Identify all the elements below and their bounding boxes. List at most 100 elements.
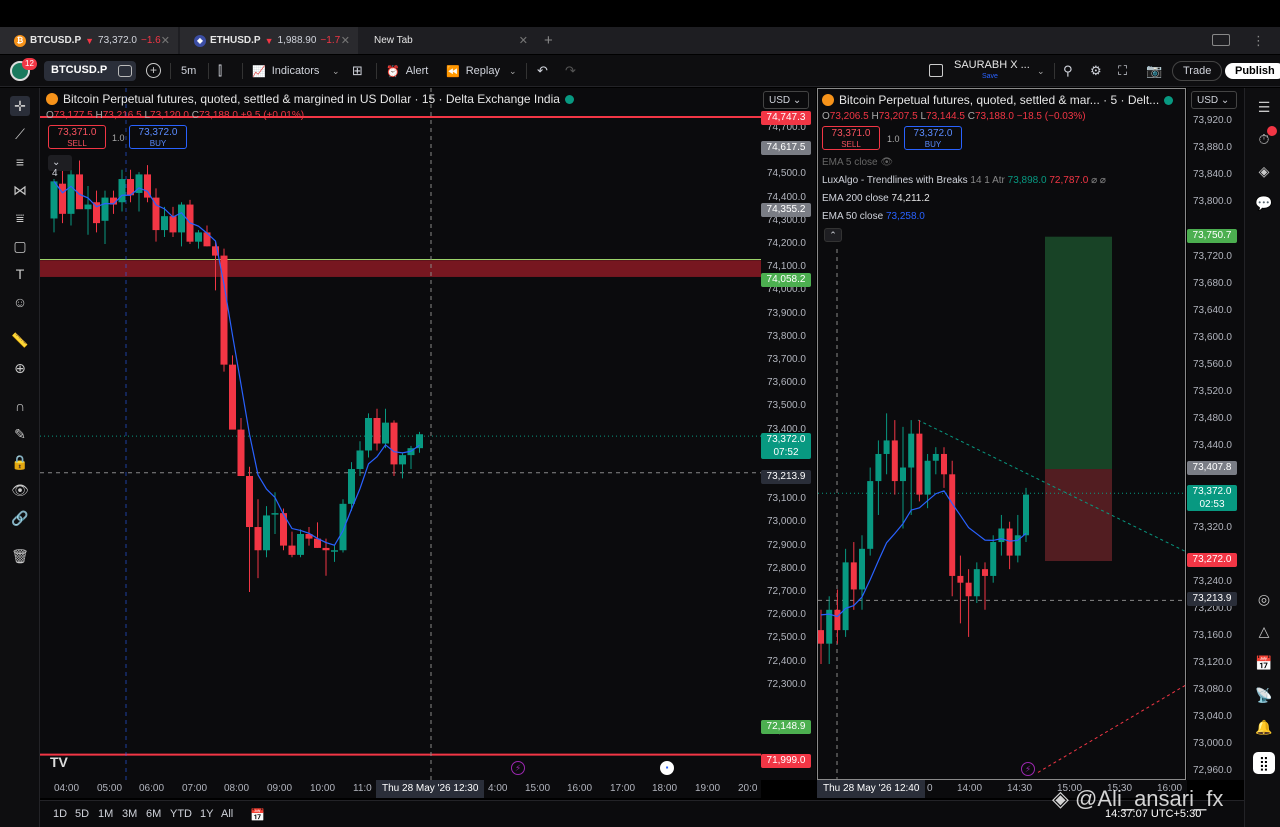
- layout-dropdown-icon[interactable]: ⌄: [1037, 61, 1045, 81]
- sell-button[interactable]: 73,371.0 SELL: [822, 126, 880, 150]
- calendar-icon[interactable]: 📅: [1253, 652, 1275, 674]
- lock-drawing-icon[interactable]: ✎: [10, 424, 30, 444]
- settings-gear-icon[interactable]: ⚙: [1090, 61, 1102, 81]
- indicator-ema5[interactable]: EMA 5 close 👁: [822, 157, 893, 168]
- fullscreen-icon[interactable]: ⛶: [1118, 61, 1127, 81]
- entry-price-label: 73,407.8: [1187, 461, 1237, 475]
- tab-btcusd[interactable]: ₿ BTCUSD.P ▼ 73,372.0 −1.6 ✕: [0, 27, 178, 54]
- tradingview-logo: TV: [50, 754, 68, 770]
- replay-button[interactable]: ⏪ Replay: [446, 61, 500, 81]
- candle-body: [1023, 494, 1029, 536]
- price-tick: 73,500.0: [767, 400, 806, 412]
- camera-snapshot-icon[interactable]: 📷: [1146, 61, 1162, 81]
- layout-name[interactable]: SAURABH X ... Save: [954, 60, 1030, 82]
- link-icon[interactable]: 🔗: [10, 508, 30, 528]
- new-tab-icon[interactable]: +: [544, 32, 553, 49]
- zoom-in-icon[interactable]: ⊕: [10, 358, 30, 378]
- indicator-name: EMA 5 close: [822, 157, 878, 168]
- emoji-icon[interactable]: ☺: [10, 292, 30, 312]
- fib-retracement-icon[interactable]: ⩸: [10, 208, 30, 228]
- target-icon[interactable]: ◎: [1253, 588, 1275, 610]
- ideas-icon[interactable]: △: [1253, 620, 1275, 642]
- eye-hidden-icon[interactable]: 👁: [880, 157, 893, 168]
- trendline-icon[interactable]: ⟋: [10, 124, 30, 144]
- candle-type-icon[interactable]: ⫿: [218, 61, 222, 81]
- indicators-dropdown-icon[interactable]: ⌄: [332, 61, 340, 81]
- lock-icon[interactable]: 🔒: [10, 452, 30, 472]
- currency-selector[interactable]: USD ⌄: [1191, 91, 1237, 109]
- price-chart-15m[interactable]: [40, 88, 761, 780]
- close-tab-icon[interactable]: ✕: [341, 34, 350, 47]
- indicators-collapse-toggle[interactable]: ⌄ 4: [48, 155, 72, 179]
- alert-button[interactable]: ⏰ Alert: [386, 61, 428, 81]
- collapse-legend-icon[interactable]: ⌃: [824, 228, 842, 242]
- time-tick: 10:00: [310, 783, 336, 794]
- text-tool-icon[interactable]: T: [10, 264, 30, 284]
- apps-grid-icon[interactable]: ⣿: [1253, 752, 1275, 774]
- date-range-calendar-icon[interactable]: 📅: [250, 808, 265, 822]
- currency-selector[interactable]: USD ⌄: [763, 91, 809, 109]
- watchlist-panel-icon[interactable]: ☰: [1253, 96, 1275, 118]
- trash-icon[interactable]: 🗑: [10, 546, 30, 566]
- templates-icon[interactable]: ⊞: [352, 61, 363, 81]
- indicator-luxalgo[interactable]: LuxAlgo - Trendlines with Breaks 14 1 At…: [822, 175, 1106, 186]
- eye-visibility-icon[interactable]: 👁: [10, 480, 30, 500]
- layers-icon[interactable]: ◈: [1253, 160, 1275, 182]
- price-axis-5m[interactable]: USD ⌄ 73,920.0 73,880.0 73,840.0 73,800.0 73…: [1187, 88, 1244, 780]
- tab-new[interactable]: New Tab ✕: [360, 27, 536, 54]
- period-button-1y[interactable]: 1Y: [200, 808, 213, 820]
- undo-icon[interactable]: ↶: [537, 61, 548, 81]
- close-tab-icon[interactable]: ✕: [519, 34, 528, 47]
- magnet-icon[interactable]: ∩: [10, 396, 30, 416]
- period-button-all[interactable]: All: [221, 808, 233, 820]
- layout-panel-icon[interactable]: [929, 64, 943, 77]
- watchlist-icon[interactable]: [118, 65, 132, 77]
- period-button-6m[interactable]: 6M: [146, 808, 161, 820]
- pattern-icon[interactable]: ⋈: [10, 180, 30, 200]
- rectangle-shape-icon[interactable]: ▢: [10, 236, 30, 256]
- order-quantity[interactable]: 1.0: [887, 134, 900, 144]
- crosshair-icon[interactable]: ✛: [10, 96, 30, 116]
- redo-icon[interactable]: ↷: [565, 61, 576, 81]
- interval-button[interactable]: 5m: [181, 61, 196, 81]
- candle-body: [382, 422, 389, 444]
- period-button-1d[interactable]: 1D: [53, 808, 67, 820]
- event-lightning-icon[interactable]: ⚡: [511, 761, 525, 775]
- indicators-button[interactable]: 📈 Indicators: [252, 61, 319, 81]
- candle-body: [246, 476, 253, 528]
- period-button-1m[interactable]: 1M: [98, 808, 113, 820]
- more-menu-icon[interactable]: ⋮: [1252, 33, 1265, 49]
- publish-button[interactable]: Publish: [1225, 61, 1280, 81]
- tab-ethusd[interactable]: ◆ ETHUSD.P ▼ 1,988.90 −1.7 ✕: [180, 27, 358, 54]
- order-quantity[interactable]: 1.0: [112, 133, 125, 143]
- time-axis-15m[interactable]: 04:00 05:00 06:00 07:00 08:00 09:00 10:00 11:0 4…: [40, 780, 761, 798]
- quick-search-icon[interactable]: ⚲: [1063, 61, 1073, 81]
- price-axis-15m[interactable]: USD ⌄ 74,700.0 74,500.0 74,400.0 74,300.0 74…: [761, 88, 816, 780]
- sell-button[interactable]: 73,371.0 SELL: [48, 125, 106, 149]
- candle-body: [399, 455, 406, 465]
- event-lightning-icon[interactable]: ⚡: [1021, 762, 1035, 776]
- candle-body: [982, 569, 988, 576]
- chat-icon[interactable]: 💬: [1253, 192, 1275, 214]
- chart-pane-15m[interactable]: Bitcoin Perpetual futures, quoted, settl…: [40, 88, 761, 780]
- compare-add-icon[interactable]: +: [146, 63, 161, 78]
- trade-button[interactable]: Trade: [1172, 61, 1223, 81]
- us-flag-event-icon[interactable]: ▪: [660, 761, 674, 775]
- notifications-bell-icon[interactable]: 🔔: [1253, 716, 1275, 738]
- indicator-ema50[interactable]: EMA 50 close 73,258.0: [822, 211, 925, 222]
- horizontal-lines-icon[interactable]: ≡: [10, 152, 30, 172]
- indicator-ema200[interactable]: EMA 200 close 74,211.2: [822, 193, 930, 204]
- buy-button[interactable]: 73,372.0 BUY: [904, 126, 962, 150]
- period-button-3m[interactable]: 3M: [122, 808, 137, 820]
- ruler-icon[interactable]: 📏: [10, 330, 30, 350]
- time-tick: 05:00: [97, 783, 123, 794]
- top-toolbar: 12 BTCUSD.P + 5m ⫿ 📈 Indicators ⌄ ⊞ ⏰ Aler…: [0, 55, 1280, 87]
- replay-dropdown-icon[interactable]: ⌄: [509, 61, 517, 81]
- window-layout-icon[interactable]: [1212, 34, 1230, 46]
- broadcast-icon[interactable]: 📡: [1253, 684, 1275, 706]
- close-tab-icon[interactable]: ✕: [161, 34, 170, 47]
- chart-pane-5m[interactable]: Bitcoin Perpetual futures, quoted, settl…: [817, 88, 1186, 780]
- buy-button[interactable]: 73,372.0 BUY: [129, 125, 187, 149]
- period-button-ytd[interactable]: YTD: [170, 808, 192, 820]
- period-button-5d[interactable]: 5D: [75, 808, 89, 820]
